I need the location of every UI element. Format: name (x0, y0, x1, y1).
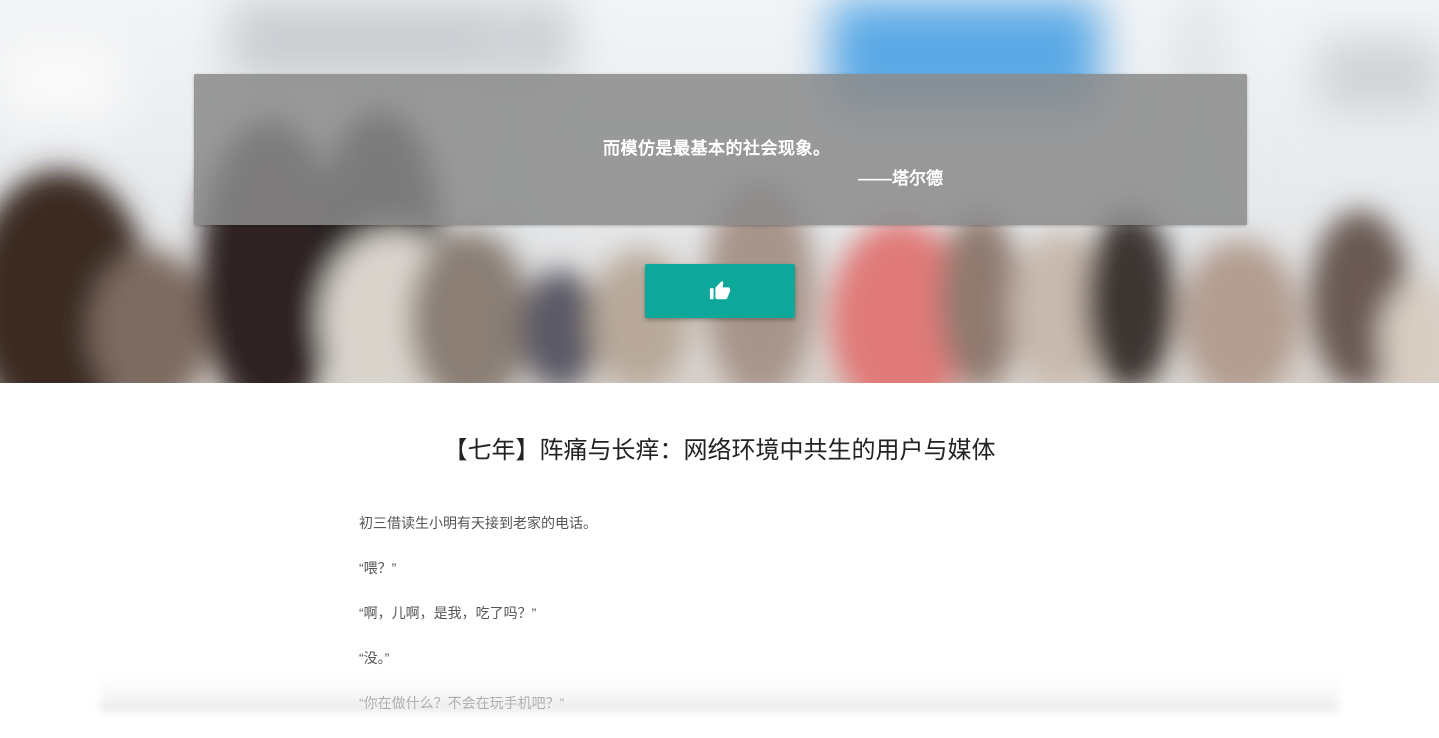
article-paragraph: “喂？” (359, 560, 397, 576)
quote-author: ——塔尔德 (858, 169, 943, 188)
quote-text: 而模仿是最基本的社会现象。 (603, 139, 831, 158)
article-title: 【七年】阵痛与长痒：网络环境中共生的用户与媒体 (443, 437, 996, 464)
quote-card: 而模仿是最基本的社会现象。 ——塔尔德 (194, 74, 1247, 225)
like-button[interactable] (645, 264, 795, 318)
thumbs-up-icon (709, 280, 731, 300)
article-paragraph: “你在做什么？不会在玩手机吧？” (359, 695, 565, 711)
hero-banner: 而模仿是最基本的社会现象。 ——塔尔德 (0, 0, 1439, 383)
article-paragraph: “啊，儿啊，是我，吃了吗？” (359, 605, 537, 621)
article-paragraph: 初三借读生小明有天接到老家的电话。 (359, 515, 597, 531)
article-body: 初三借读生小明有天接到老家的电话。 “喂？” “啊，儿啊，是我，吃了吗？” “没… (359, 513, 1079, 738)
article-paragraph: “没。” (359, 650, 390, 666)
